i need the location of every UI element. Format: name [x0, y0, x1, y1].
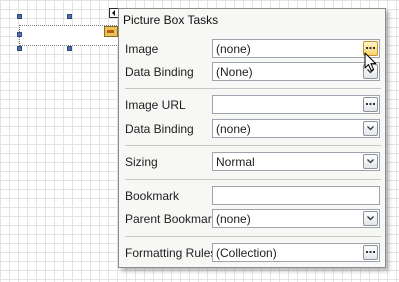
- selection-handle-middle-left[interactable]: [17, 32, 22, 37]
- picture-box-tasks-panel: Picture Box Tasks Image (none) Data Bind…: [118, 8, 386, 268]
- image-label: Image: [125, 42, 159, 56]
- image-data-binding-select[interactable]: (None): [212, 62, 380, 81]
- separator: [125, 236, 381, 237]
- selection-handle-bottom-middle[interactable]: [67, 46, 72, 51]
- formatting-rules-value: (Collection): [216, 246, 277, 260]
- picture-icon: [104, 26, 118, 37]
- image-url-row: Image URL: [125, 95, 381, 114]
- image-url-label: Image URL: [125, 98, 186, 112]
- chevron-left-icon: [112, 10, 115, 16]
- selection-handle-top-middle[interactable]: [67, 14, 72, 19]
- selection-handle-top-left[interactable]: [17, 14, 22, 19]
- sizing-select[interactable]: Normal: [212, 152, 380, 171]
- separator: [125, 145, 381, 146]
- image-url-browse-button[interactable]: [363, 97, 378, 112]
- formatting-rules-row: Formatting Rules (Collection): [125, 243, 381, 262]
- sizing-row: Sizing Normal: [125, 152, 381, 171]
- image-row: Image (none): [125, 39, 381, 58]
- sizing-label: Sizing: [125, 155, 158, 169]
- image-url-data-binding-dropdown-button[interactable]: [363, 121, 378, 136]
- image-data-binding-row: Data Binding (None): [125, 62, 381, 81]
- formatting-rules-label: Formatting Rules: [125, 246, 217, 260]
- parent-bookmark-row: Parent Bookmark (none): [125, 209, 381, 228]
- parent-bookmark-value: (none): [216, 212, 251, 226]
- image-value: (none): [216, 42, 251, 56]
- image-data-binding-label: Data Binding: [125, 65, 194, 79]
- ellipsis-icon: [366, 251, 375, 253]
- bookmark-input[interactable]: [212, 186, 380, 205]
- separator: [125, 88, 381, 89]
- separator: [125, 179, 381, 180]
- sizing-dropdown-button[interactable]: [363, 154, 378, 169]
- ellipsis-icon: [366, 103, 375, 105]
- image-url-data-binding-label: Data Binding: [125, 122, 194, 136]
- chevron-down-icon: [367, 159, 374, 164]
- bookmark-row: Bookmark: [125, 186, 381, 205]
- chevron-down-icon: [367, 216, 374, 221]
- image-data-binding-value: (None): [216, 65, 253, 79]
- bookmark-label: Bookmark: [125, 189, 180, 203]
- panel-title: Picture Box Tasks: [123, 13, 219, 27]
- image-url-data-binding-value: (none): [216, 122, 251, 136]
- picture-box-control[interactable]: [19, 25, 119, 46]
- formatting-rules-edit-button[interactable]: [363, 245, 378, 260]
- selection-handle-bottom-left[interactable]: [17, 46, 22, 51]
- image-url-data-binding-row: Data Binding (none): [125, 119, 381, 138]
- image-field[interactable]: (none): [212, 39, 380, 58]
- ellipsis-icon: [366, 47, 375, 49]
- sizing-value: Normal: [216, 155, 255, 169]
- parent-bookmark-label: Parent Bookmark: [125, 212, 218, 226]
- image-url-data-binding-select[interactable]: (none): [212, 119, 380, 138]
- image-url-field[interactable]: [212, 95, 380, 114]
- chevron-down-icon: [367, 126, 374, 131]
- mouse-pointer-icon: [364, 52, 377, 71]
- parent-bookmark-select[interactable]: (none): [212, 209, 380, 228]
- formatting-rules-field[interactable]: (Collection): [212, 243, 380, 262]
- parent-bookmark-dropdown-button[interactable]: [363, 211, 378, 226]
